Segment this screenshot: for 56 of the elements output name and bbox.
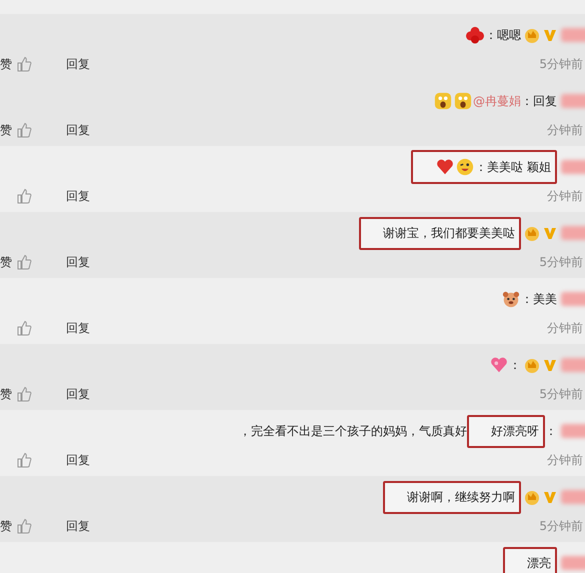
reply-link[interactable]: 回复 bbox=[32, 386, 90, 402]
blurred-name bbox=[561, 358, 585, 372]
reply-link[interactable]: 回复 bbox=[32, 188, 90, 204]
comment-text: ：嗯嗯 bbox=[485, 26, 521, 44]
reply-link[interactable]: 回复 bbox=[32, 320, 90, 336]
blurred-name bbox=[561, 556, 585, 570]
reply-link[interactable]: 回复 bbox=[32, 122, 90, 138]
comment-text: ：美美哒 颖姐 bbox=[475, 158, 551, 176]
reply-link[interactable]: 回复 bbox=[32, 518, 90, 534]
like-label[interactable]: 赞 bbox=[0, 518, 12, 534]
like-label[interactable]: 赞 bbox=[0, 56, 12, 72]
comment-time: 5分钟前 bbox=[539, 56, 583, 72]
comment-text: 谢谢宝，我们都要美美哒 bbox=[383, 224, 515, 242]
comment-time: 分钟前 bbox=[547, 122, 583, 138]
comment-time: 分钟前 bbox=[547, 188, 583, 204]
reply-link[interactable]: 回复 bbox=[32, 56, 90, 72]
thumbs-up-icon[interactable] bbox=[16, 188, 32, 204]
comment-text: 好漂亮呀 bbox=[491, 422, 539, 440]
comment-text: 谢谢啊，继续努力啊 bbox=[407, 488, 515, 506]
thumbs-up-icon[interactable] bbox=[16, 518, 32, 534]
face-icon bbox=[502, 290, 520, 308]
heart-icon bbox=[490, 356, 508, 374]
flower-icon bbox=[466, 26, 484, 44]
like-label[interactable]: 赞 bbox=[0, 122, 12, 138]
face-icon bbox=[434, 92, 452, 110]
comment-text: ： bbox=[545, 422, 557, 440]
comment-time: 5分钟前 bbox=[539, 518, 583, 534]
thumbs-up-icon[interactable] bbox=[16, 386, 32, 402]
face-icon bbox=[454, 92, 472, 110]
thumbs-up-icon[interactable] bbox=[16, 56, 32, 72]
comment-text: ：回复 bbox=[521, 92, 557, 110]
comment-time: 5分钟前 bbox=[539, 254, 583, 270]
comment-text: 漂亮 bbox=[527, 554, 551, 572]
thumbs-up-icon[interactable] bbox=[16, 254, 32, 270]
comment-time: 分钟前 bbox=[547, 320, 583, 336]
blurred-name bbox=[561, 292, 585, 306]
comment-text: ，完全看不出是三个孩子的妈妈，气质真好 bbox=[239, 422, 467, 440]
reply-link[interactable]: 回复 bbox=[32, 452, 90, 468]
heart-icon bbox=[436, 158, 454, 176]
blurred-name bbox=[561, 490, 585, 504]
blurred-name bbox=[561, 424, 585, 438]
reply-link[interactable]: 回复 bbox=[32, 254, 90, 270]
comment-text: ：美美 bbox=[521, 290, 557, 308]
thumbs-up-icon[interactable] bbox=[16, 122, 32, 138]
face-icon bbox=[456, 158, 474, 176]
thumbs-up-icon[interactable] bbox=[16, 320, 32, 336]
blurred-name bbox=[561, 28, 585, 42]
comment-time: 5分钟前 bbox=[539, 386, 583, 402]
comment-text: ： bbox=[509, 356, 521, 374]
comment-time: 分钟前 bbox=[547, 452, 583, 468]
blurred-name bbox=[561, 160, 585, 174]
blurred-name bbox=[561, 94, 585, 108]
like-label[interactable]: 赞 bbox=[0, 386, 12, 402]
thumbs-up-icon[interactable] bbox=[16, 452, 32, 468]
blurred-name bbox=[561, 226, 585, 240]
like-label[interactable]: 赞 bbox=[0, 254, 12, 270]
